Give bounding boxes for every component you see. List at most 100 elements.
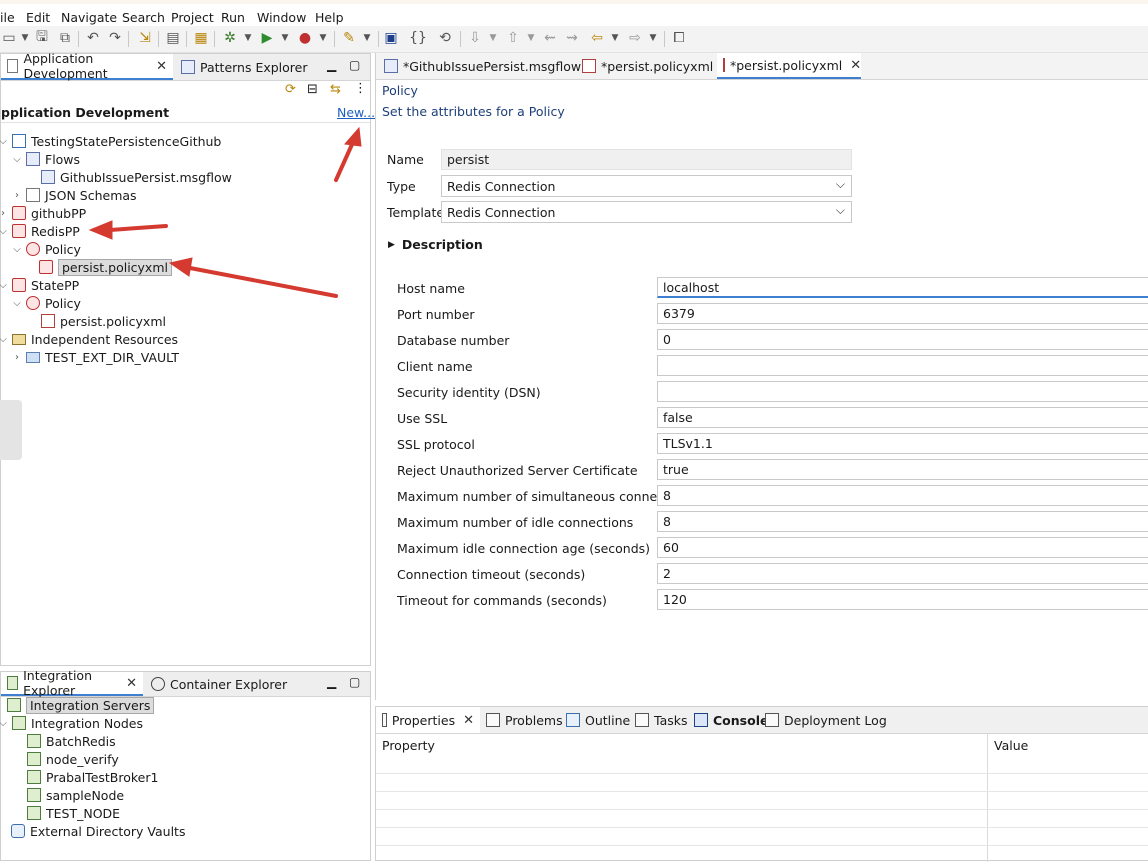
menu-project[interactable]: Project: [171, 10, 214, 25]
menu-search[interactable]: Search: [122, 10, 165, 25]
forward-edit-icon[interactable]: ⇝: [563, 29, 581, 47]
menu-window[interactable]: Window: [257, 10, 306, 25]
tree-item-msgflow[interactable]: GithubIssuePersist.msgflow: [41, 168, 232, 186]
tree-item-independent-resources[interactable]: ⌵ Independent Resources: [0, 330, 178, 348]
tree-item-test-ext-dir-vault[interactable]: › TEST_EXT_DIR_VAULT: [11, 348, 179, 366]
forward-icon[interactable]: ⇨: [626, 29, 644, 47]
tree-item-statepp[interactable]: ⌵ StatePP: [0, 276, 79, 294]
tab-container-explorer[interactable]: Container Explorer: [145, 672, 293, 696]
tab-patterns-explorer[interactable]: Patterns Explorer: [175, 54, 314, 80]
undo-icon[interactable]: ↶: [84, 29, 102, 47]
chevron-down-icon[interactable]: ⌵: [0, 280, 9, 291]
chevron-down-icon[interactable]: ⌵: [11, 154, 23, 165]
chevron-down-icon[interactable]: ⌵: [11, 244, 23, 255]
tab-persist-policyxml[interactable]: *persist.policyxml: [576, 53, 719, 79]
close-icon[interactable]: ✕: [126, 676, 137, 691]
tree-item-node[interactable]: node_verify: [27, 750, 119, 768]
link-editor-icon[interactable]: ⇆: [330, 82, 341, 97]
save-all-icon[interactable]: ⧉: [56, 29, 74, 47]
minimize-icon[interactable]: ▁: [327, 58, 336, 72]
pin-icon[interactable]: ✎: [340, 29, 358, 47]
external-tools-icon[interactable]: ●: [296, 29, 314, 47]
property-value-field[interactable]: localhost: [657, 277, 1148, 298]
previous-annotation-dropdown-icon[interactable]: ▼: [522, 29, 540, 47]
property-value-field[interactable]: false: [657, 407, 1148, 428]
sync-view-icon[interactable]: ⟳: [285, 82, 296, 97]
tree-item-node[interactable]: BatchRedis: [27, 732, 116, 750]
open-perspective-icon[interactable]: ⧠: [670, 29, 688, 47]
property-column-header[interactable]: Property: [382, 738, 435, 753]
minimize-icon[interactable]: ▁: [327, 675, 336, 689]
collapse-all-icon[interactable]: ⊟: [307, 82, 318, 97]
tree-item-policy[interactable]: ⌵ Policy: [11, 240, 81, 258]
next-annotation-dropdown-icon[interactable]: ▼: [484, 29, 502, 47]
tree-item-integration-servers[interactable]: Integration Servers: [7, 696, 155, 714]
run-dropdown-icon[interactable]: ▼: [276, 29, 294, 47]
tab-properties[interactable]: Properties ✕: [376, 707, 480, 733]
chevron-right-icon[interactable]: ›: [0, 208, 9, 219]
deploy-icon[interactable]: ▦: [192, 29, 210, 47]
menu-edit[interactable]: Edit: [26, 10, 50, 25]
template-select[interactable]: Redis Connection: [441, 201, 852, 223]
last-edit-icon[interactable]: ⇜: [541, 29, 559, 47]
save-icon[interactable]: 🖫: [33, 29, 51, 47]
menu-navigate[interactable]: Navigate: [61, 10, 117, 25]
chevron-down-icon[interactable]: ⌵: [0, 334, 9, 345]
name-field[interactable]: persist: [441, 149, 852, 170]
tab-tasks[interactable]: Tasks: [629, 707, 694, 733]
tree-item-integration-nodes[interactable]: ⌵ Integration Nodes: [0, 714, 143, 732]
property-value-field[interactable]: 8: [657, 485, 1148, 506]
property-value-field[interactable]: true: [657, 459, 1148, 480]
maximize-icon[interactable]: ▢: [349, 675, 360, 689]
back-icon[interactable]: ⇦: [588, 29, 606, 47]
next-annotation-icon[interactable]: ⇩: [466, 29, 484, 47]
menu-help[interactable]: Help: [315, 10, 344, 25]
tree-item-node[interactable]: PrabalTestBroker1: [27, 768, 158, 786]
tab-outline[interactable]: Outline: [560, 707, 636, 733]
tree-item-node[interactable]: TEST_NODE: [27, 804, 120, 822]
tree-item-redispp[interactable]: ⌵ RedisPP: [0, 222, 80, 240]
property-value-field[interactable]: 60: [657, 537, 1148, 558]
pin-dropdown-icon[interactable]: ▼: [358, 29, 376, 47]
close-icon[interactable]: ✕: [850, 58, 861, 73]
debug-dropdown-icon[interactable]: ▼: [239, 29, 257, 47]
run-icon[interactable]: ▶: [258, 29, 276, 47]
menu-run[interactable]: Run: [221, 10, 245, 25]
property-value-field[interactable]: [657, 355, 1148, 376]
tree-item-json-schemas[interactable]: › JSON Schemas: [11, 186, 137, 204]
tree-item-external-directory-vaults[interactable]: External Directory Vaults: [11, 822, 185, 840]
close-icon[interactable]: ✕: [156, 59, 167, 74]
tree-item-flows[interactable]: ⌵ Flows: [11, 150, 80, 168]
sync-icon[interactable]: ⟲: [436, 29, 454, 47]
property-value-field[interactable]: 6379: [657, 303, 1148, 324]
import-icon[interactable]: ⇲: [136, 29, 154, 47]
property-value-field[interactable]: 120: [657, 589, 1148, 610]
chevron-right-icon[interactable]: ›: [11, 190, 23, 201]
close-icon[interactable]: ✕: [463, 713, 474, 728]
chevron-down-icon[interactable]: ⌵: [0, 136, 9, 147]
chevron-down-icon[interactable]: ⌵: [0, 226, 9, 237]
tab-deployment-log[interactable]: Deployment Log: [759, 707, 893, 733]
type-select[interactable]: Redis Connection: [441, 175, 852, 197]
tab-application-development[interactable]: Application Development ✕: [1, 51, 173, 81]
property-value-field[interactable]: TLSv1.1: [657, 433, 1148, 454]
property-value-field[interactable]: 2: [657, 563, 1148, 584]
redo-icon[interactable]: ↷: [106, 29, 124, 47]
property-value-field[interactable]: 0: [657, 329, 1148, 350]
external-tools-dropdown-icon[interactable]: ▼: [314, 29, 332, 47]
description-section-toggle[interactable]: ▶ Description: [388, 237, 483, 252]
properties-icon[interactable]: ▤: [164, 29, 182, 47]
chevron-down-icon[interactable]: ⌵: [0, 718, 9, 729]
tree-item-project[interactable]: ⌵ TestingStatePersistenceGithub: [0, 132, 221, 150]
tab-persist-policyxml-active[interactable]: *persist.policyxml ✕: [717, 53, 861, 79]
tab-problems[interactable]: Problems: [480, 707, 569, 733]
terminal-icon[interactable]: ▣: [382, 29, 400, 47]
value-column-header[interactable]: Value: [994, 738, 1028, 753]
format-icon[interactable]: {}: [409, 29, 427, 47]
tree-item-persist-policyxml-selected[interactable]: persist.policyxml: [39, 258, 172, 276]
view-menu-icon[interactable]: ⋮: [354, 81, 367, 96]
tree-item-node[interactable]: sampleNode: [27, 786, 124, 804]
tree-item-githubpp[interactable]: › githubPP: [0, 204, 86, 222]
tree-item-persist-policyxml[interactable]: persist.policyxml: [41, 312, 166, 330]
tree-item-policy[interactable]: ⌵ Policy: [11, 294, 81, 312]
